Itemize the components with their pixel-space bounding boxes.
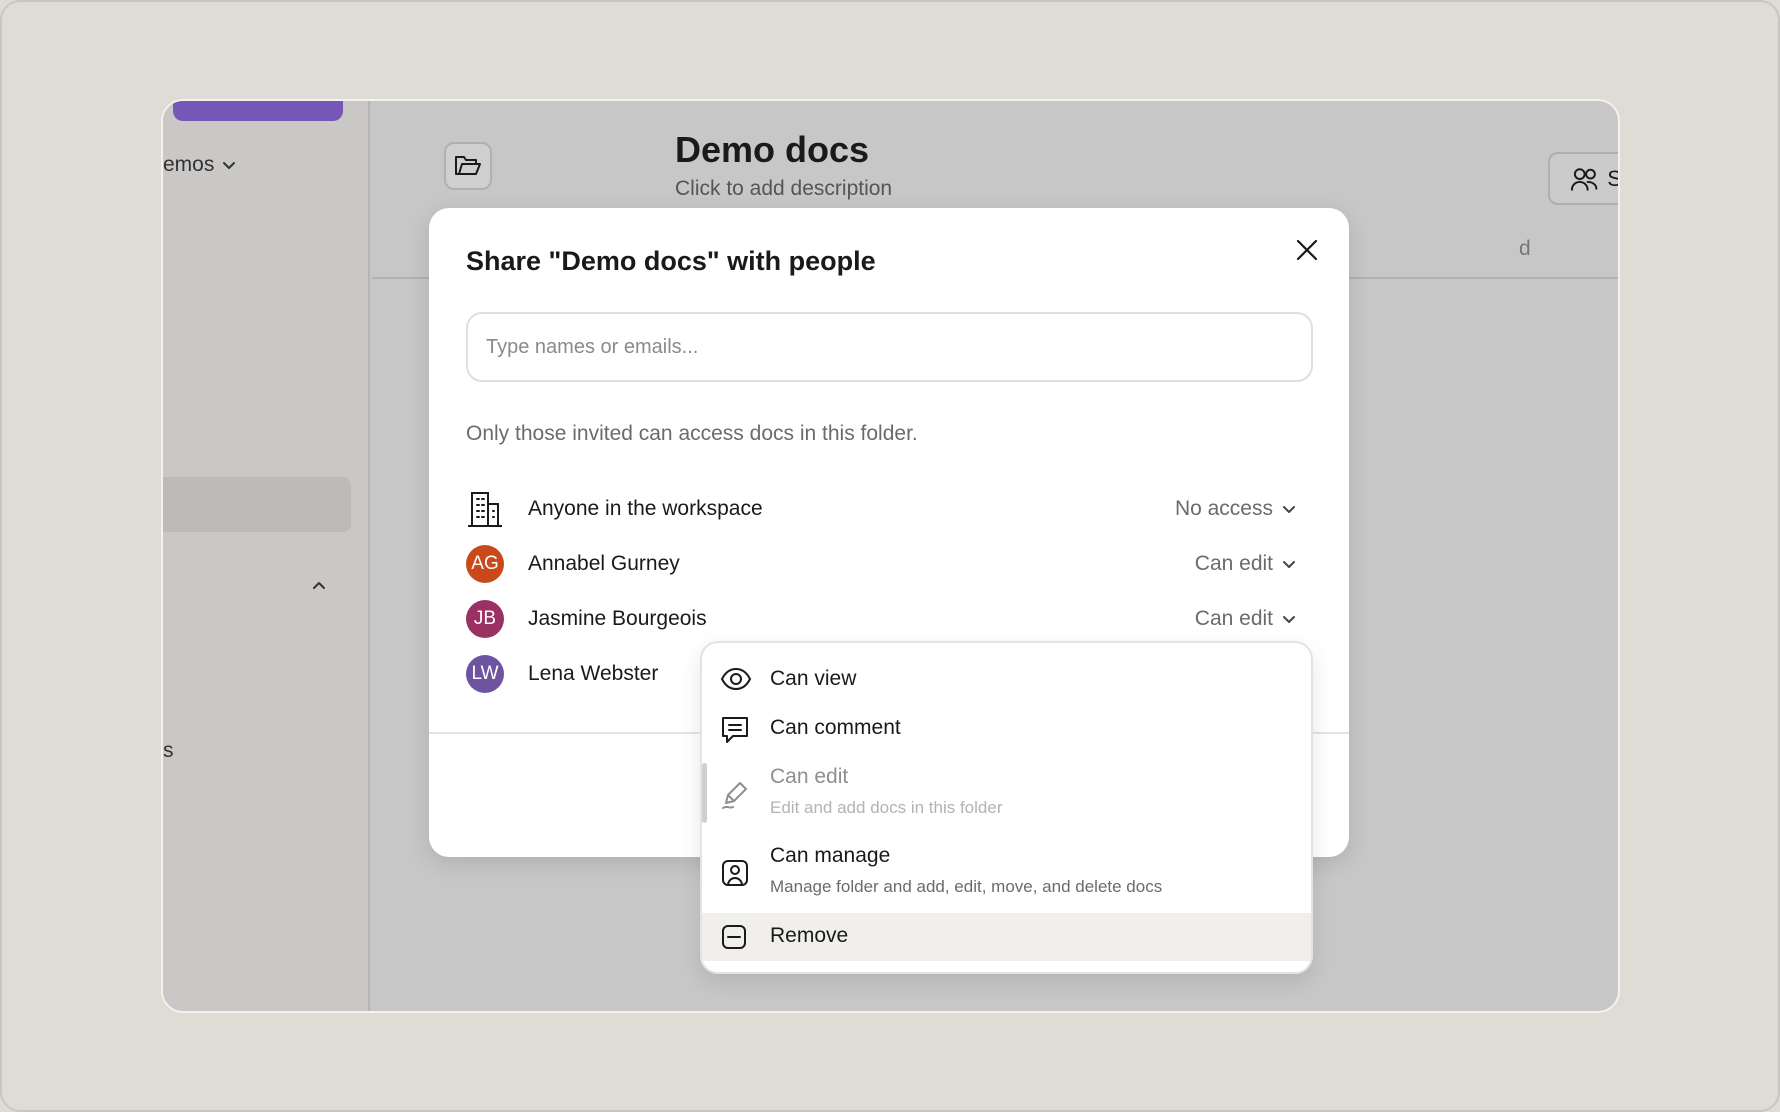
- permission-label: Can edit: [1194, 607, 1273, 630]
- access-row-member: JB Jasmine Bourgeois Can edit: [466, 599, 1313, 639]
- pencil-icon: [722, 782, 747, 809]
- menu-item-can-manage[interactable]: Can manage Manage folder and add, edit, …: [702, 834, 1311, 910]
- menu-item-can-edit[interactable]: Can edit Edit and add docs in this folde…: [702, 755, 1311, 831]
- close-icon: [1296, 239, 1318, 261]
- chevron-down-icon: [1283, 616, 1295, 623]
- member-name: Anyone in the workspace: [528, 497, 763, 520]
- access-row-member: AG Annabel Gurney Can edit: [466, 544, 1313, 584]
- page-description[interactable]: Click to add description: [675, 177, 892, 201]
- menu-item-label: Can view: [770, 667, 857, 690]
- primary-action-button[interactable]: [173, 101, 343, 121]
- comment-icon: [722, 717, 748, 743]
- permission-label: Can edit: [1194, 552, 1273, 575]
- menu-item-description: Edit and add docs in this folder: [770, 798, 1003, 817]
- eye-icon: [720, 667, 752, 691]
- menu-item-label: Can manage: [770, 844, 891, 867]
- page-title[interactable]: Demo docs: [675, 129, 869, 171]
- building-icon: [468, 492, 502, 527]
- member-name: Annabel Gurney: [528, 552, 680, 575]
- menu-item-label: Can comment: [770, 716, 901, 739]
- workspace-switcher[interactable]: emos: [163, 153, 238, 177]
- avatar: LW: [466, 655, 504, 693]
- access-info: Only those invited can access docs in th…: [466, 422, 918, 445]
- menu-item-remove[interactable]: Remove: [702, 913, 1311, 961]
- menu-item-can-view[interactable]: Can view: [702, 657, 1311, 703]
- member-name: Jasmine Bourgeois: [528, 607, 707, 630]
- menu-item-label: Remove: [770, 924, 849, 947]
- menu-item-label: Can edit: [770, 765, 849, 788]
- column-header-fragment: d: [1519, 237, 1531, 260]
- chevron-down-icon: [1283, 561, 1295, 568]
- close-button[interactable]: [1291, 234, 1323, 266]
- permission-dropdown[interactable]: Can edit: [1195, 607, 1297, 631]
- chevron-up-icon[interactable]: [309, 575, 329, 595]
- access-row-workspace: Anyone in the workspace No access: [466, 489, 1313, 529]
- member-name: Lena Webster: [528, 662, 659, 685]
- avatar: AG: [466, 545, 504, 583]
- sidebar-label-fragment: s: [163, 739, 174, 762]
- permission-menu: Can view Can comment Can edit Edit and a…: [700, 641, 1313, 974]
- invite-input[interactable]: [466, 312, 1313, 382]
- workspace-name: emos: [163, 153, 215, 176]
- chevron-down-icon: [1283, 506, 1295, 513]
- avatar: JB: [466, 600, 504, 638]
- menu-item-description: Manage folder and add, edit, move, and d…: [770, 877, 1163, 896]
- menu-item-can-comment[interactable]: Can comment: [702, 706, 1311, 752]
- sidebar: emos s: [163, 101, 370, 1011]
- user-badge-icon: [722, 860, 748, 886]
- sidebar-item-selected[interactable]: [163, 477, 351, 532]
- remove-icon: [722, 925, 746, 949]
- permission-dropdown[interactable]: Can edit: [1195, 552, 1297, 576]
- permission-label: No access: [1174, 497, 1273, 520]
- permission-dropdown[interactable]: No access: [1175, 497, 1297, 521]
- chevron-down-icon: [223, 162, 236, 169]
- folder-icon: [444, 142, 492, 190]
- share-button[interactable]: Share: [1548, 152, 1618, 205]
- people-icon: [1570, 167, 1598, 191]
- share-button-label: Share: [1607, 166, 1618, 192]
- modal-title: Share "Demo docs" with people: [466, 246, 876, 276]
